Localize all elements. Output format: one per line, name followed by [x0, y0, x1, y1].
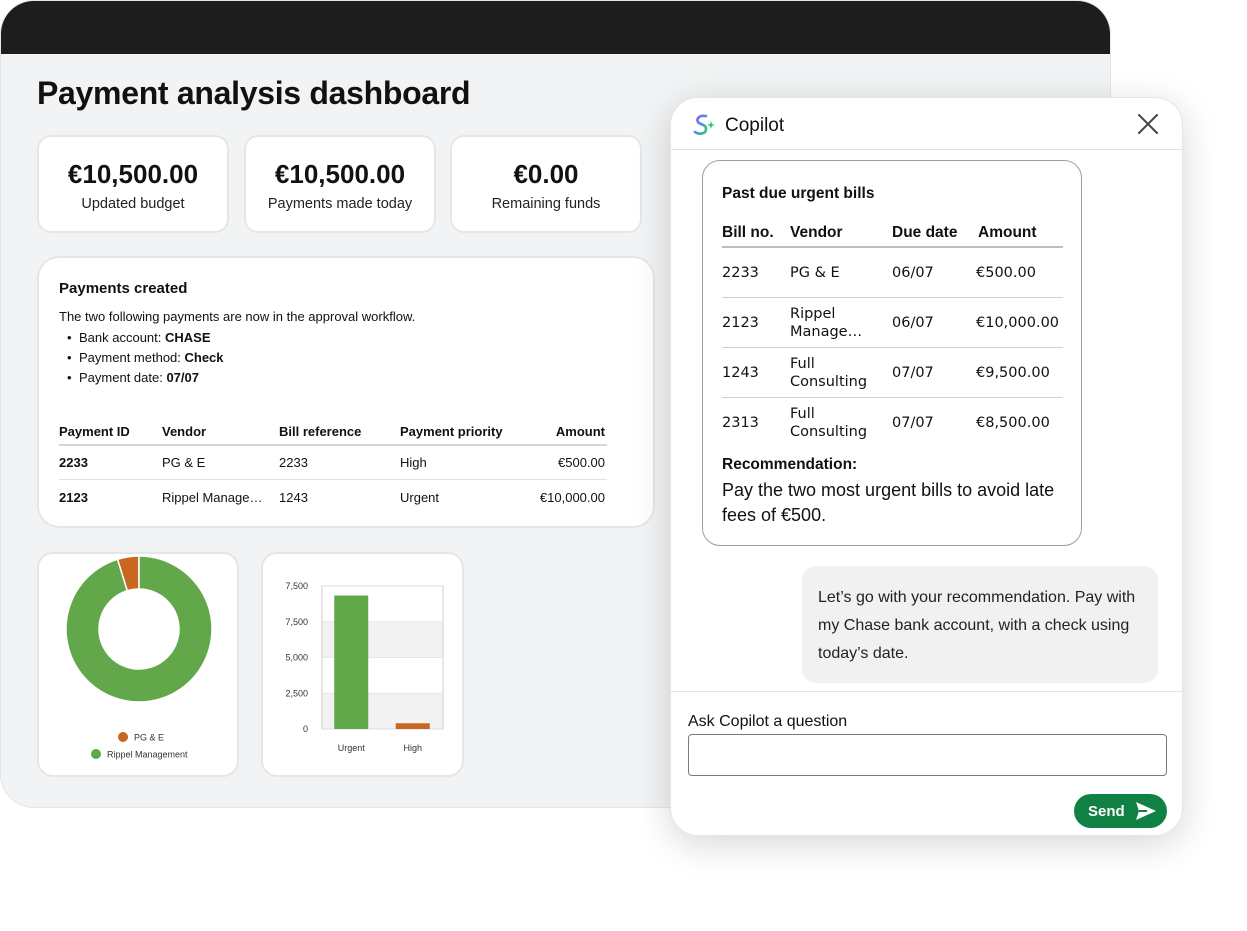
stat-card-updated-budget: €10,500.00 Updated budget	[37, 135, 229, 233]
y-tick-label: 2,500	[285, 688, 308, 698]
bills-table: Bill no. Vendor Due date Amount 2233 PG …	[722, 220, 1063, 448]
bill-reference: 2233	[279, 455, 308, 470]
table-header-row: Payment ID Vendor Bill reference Payment…	[59, 418, 607, 446]
amount: €10,000.00	[976, 314, 1060, 331]
ask-label: Ask Copilot a question	[688, 713, 848, 730]
bill-reference: 1243	[279, 489, 308, 505]
due-date: 07/07	[892, 364, 934, 381]
y-tick-label: 7,500	[285, 581, 308, 591]
send-button[interactable]: Send	[1074, 794, 1167, 828]
amount: €9,500.00	[976, 364, 1050, 381]
vendor: Rippel Manage…	[162, 489, 263, 505]
stat-label: Remaining funds	[491, 196, 601, 212]
priority-bar-chart-card: 7,500 7,500 5,000 2,500 0 Urgent High	[261, 552, 464, 777]
bills-title: Past due urgent bills	[722, 185, 875, 202]
due-date: 06/07	[892, 264, 934, 281]
amount: €10,000.00	[539, 489, 605, 505]
payments-title: Payments created	[59, 280, 188, 297]
recommendation-label: Recommendation:	[722, 456, 858, 473]
window-titlebar	[1, 1, 1110, 54]
table-row[interactable]: 1243 Full Consulting 07/07 €9,500.00	[722, 348, 1063, 398]
bar-chart: 7,500 7,500 5,000 2,500 0 Urgent High	[285, 581, 444, 753]
amount: €500.00	[976, 264, 1036, 281]
table-row[interactable]: 2123 Rippel Manage… 1243 Urgent €10,000.…	[59, 480, 607, 514]
copilot-header: Copilot	[671, 98, 1182, 150]
payment-details-list: • Bank account: CHASE • Payment method: Ch…	[59, 328, 633, 388]
column-header: Payment priority	[400, 423, 503, 439]
table-row[interactable]: 2313 Full Consulting 07/07 €8,500.00	[722, 398, 1063, 448]
due-date: 07/07	[892, 415, 934, 431]
legend-swatch	[118, 732, 128, 742]
due-date: 06/07	[892, 314, 934, 331]
payments-created-card: Payments created The two following payme…	[37, 256, 655, 528]
bill-no: 2313	[722, 415, 759, 431]
payment-id: 2123	[59, 489, 88, 505]
legend-swatch	[91, 749, 101, 759]
donut-slice	[65, 555, 213, 703]
bill-no: 2233	[722, 264, 759, 281]
copilot-logo-icon	[693, 114, 715, 135]
amount: €500.00	[558, 455, 605, 470]
page-title: Payment analysis dashboard	[37, 75, 471, 111]
ask-copilot-input[interactable]	[688, 734, 1167, 776]
past-due-bills-card: Past due urgent bills Bill no. Vendor Du…	[702, 160, 1082, 546]
payment-priority: High	[400, 455, 427, 470]
table-row[interactable]: 2233 PG & E 2233 High €500.00	[59, 446, 607, 480]
table-row[interactable]: 2233 PG & E 06/07 €500.00	[722, 248, 1063, 298]
bar	[334, 595, 369, 729]
copilot-title: Copilot	[725, 115, 785, 136]
legend-label: PG & E	[134, 733, 164, 743]
vendor: Full Consulting	[790, 406, 868, 440]
stat-card-remaining-funds: €0.00 Remaining funds	[450, 135, 642, 233]
column-header: Due date	[892, 224, 958, 241]
stat-label: Updated budget	[81, 196, 185, 212]
legend-label: Rippel Management	[107, 750, 188, 760]
vendor: Rippel Manage…	[790, 305, 863, 340]
y-tick-label: 0	[303, 724, 308, 734]
copilot-panel: Copilot Past due urgent bills Bill no. V…	[670, 97, 1183, 836]
table-header-row: Bill no. Vendor Due date Amount	[722, 220, 1063, 248]
vendor-donut-chart-card: PG & E Rippel Management	[37, 552, 239, 777]
stat-card-payments-today: €10,500.00 Payments made today	[244, 135, 436, 233]
column-header: Vendor	[162, 423, 207, 439]
column-header: Amount	[978, 224, 1037, 241]
column-header: Payment ID	[59, 423, 130, 439]
y-tick-label: 5,000	[285, 653, 308, 663]
payment-priority: Urgent	[400, 489, 440, 505]
y-tick-label: 7,500	[285, 617, 308, 627]
bar	[395, 723, 430, 729]
stat-label: Payments made today	[267, 196, 413, 212]
column-header: Bill no.	[722, 224, 774, 241]
amount: €8,500.00	[976, 415, 1050, 431]
close-icon[interactable]	[1137, 113, 1159, 135]
payments-table: Payment ID Vendor Bill reference Payment…	[59, 418, 607, 514]
stat-value: €0.00	[513, 159, 579, 189]
payments-description: The two following payments are now in th…	[59, 309, 416, 324]
detail-payment-method: • Payment method: Check	[67, 350, 224, 365]
user-message-bubble: Let’s go with your recommendation. Pay w…	[802, 566, 1158, 683]
x-tick-label: High	[403, 743, 422, 753]
vendor: Full Consulting	[790, 355, 868, 390]
column-header: Vendor	[790, 224, 843, 241]
send-arrow-icon	[1136, 802, 1156, 820]
vendor: PG & E	[162, 455, 206, 470]
payment-id: 2233	[59, 455, 88, 470]
detail-bank-account: • Bank account: CHASE	[67, 330, 211, 345]
table-row[interactable]: 2123 Rippel Manage… 06/07 €10,000.00	[722, 298, 1063, 348]
donut-chart: PG & E Rippel Management	[65, 555, 213, 760]
vendor: PG & E	[790, 264, 840, 281]
column-header: Bill reference	[279, 423, 362, 439]
bill-no: 1243	[722, 364, 759, 381]
recommendation-text: Pay the two most urgent bills to avoid l…	[722, 480, 1055, 525]
stat-value: €10,500.00	[67, 159, 199, 189]
send-label: Send	[1088, 802, 1125, 820]
column-header: Amount	[555, 423, 605, 439]
x-tick-label: Urgent	[338, 743, 366, 753]
bill-no: 2123	[722, 314, 759, 331]
stat-value: €10,500.00	[274, 159, 406, 189]
detail-payment-date: • Payment date: 07/07	[67, 370, 199, 385]
divider	[671, 691, 1182, 692]
